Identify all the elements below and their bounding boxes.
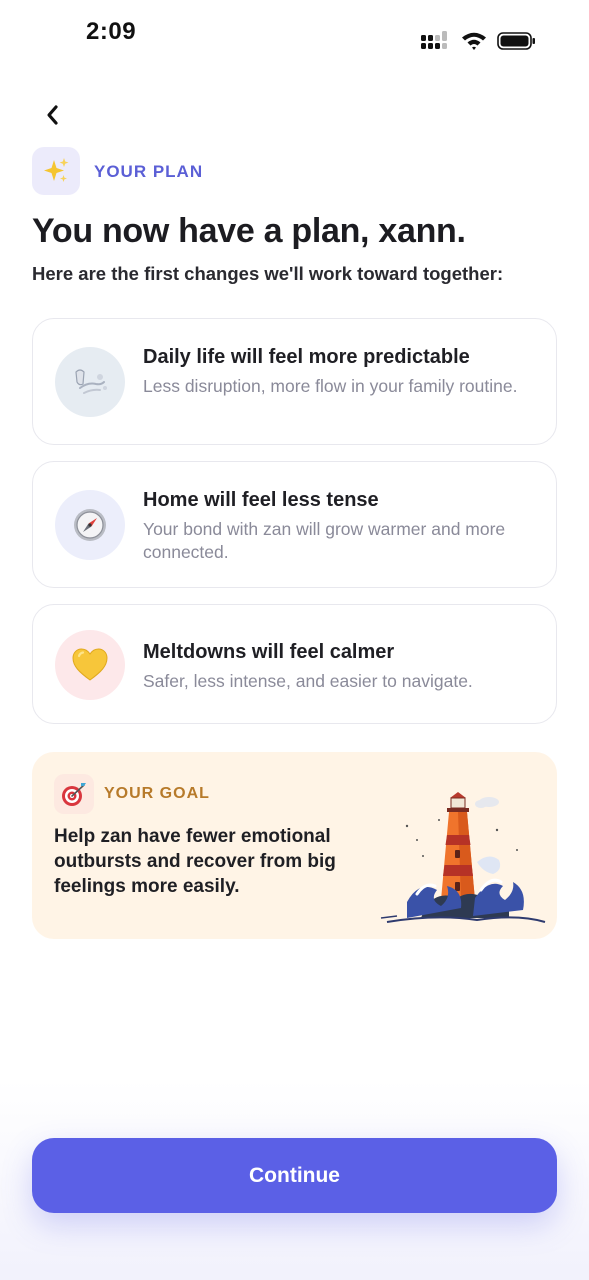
lighthouse-illustration — [380, 792, 546, 923]
page-subtitle: Here are the first changes we'll work to… — [32, 263, 504, 284]
goal-card: YOUR GOAL Help zan have fewer emotional … — [32, 752, 557, 939]
plan-card-predictable: Daily life will feel more predictable Le… — [32, 318, 557, 445]
target-icon — [62, 783, 86, 806]
cellular-signal-icon — [421, 31, 447, 49]
status-icons — [421, 31, 537, 51]
sparkles-icon — [44, 158, 69, 182]
card-description: Safer, less intense, and easier to navig… — [143, 671, 473, 691]
plan-tag-label: YOUR PLAN — [94, 162, 204, 181]
back-button[interactable] — [40, 100, 64, 130]
plan-card-calmer: Meltdowns will feel calmer Safer, less i… — [32, 604, 557, 724]
goal-text: Help zan have fewer emotional outbursts … — [54, 826, 336, 897]
chevron-left-icon — [47, 105, 58, 125]
compass-icon — [74, 509, 106, 541]
wind-icon — [75, 369, 107, 394]
card-icon-circle — [55, 347, 125, 417]
wifi-icon — [462, 32, 486, 50]
plan-badge — [32, 147, 80, 195]
plan-card-less-tense: Home will feel less tense Your bond with… — [32, 461, 557, 588]
continue-button[interactable]: Continue — [32, 1138, 557, 1213]
yellow-heart-icon — [72, 648, 108, 681]
goal-badge — [54, 774, 94, 814]
card-title: Home will feel less tense — [143, 489, 379, 511]
card-icon-circle — [55, 490, 125, 560]
card-description: Less disruption, more flow in your famil… — [143, 376, 518, 396]
card-title: Meltdowns will feel calmer — [143, 641, 395, 663]
page-title: You now have a plan, xann. — [32, 212, 466, 250]
status-time: 2:09 — [86, 18, 137, 45]
card-title: Daily life will feel more predictable — [143, 346, 470, 368]
goal-tag-label: YOUR GOAL — [104, 785, 210, 802]
card-icon-circle — [55, 630, 125, 700]
card-description: Your bond with zan will grow warmer and … — [143, 519, 506, 562]
battery-icon — [497, 32, 535, 50]
plan-screen: 2:09 YOUR PLAN You now have a plan, xann… — [0, 0, 589, 1280]
